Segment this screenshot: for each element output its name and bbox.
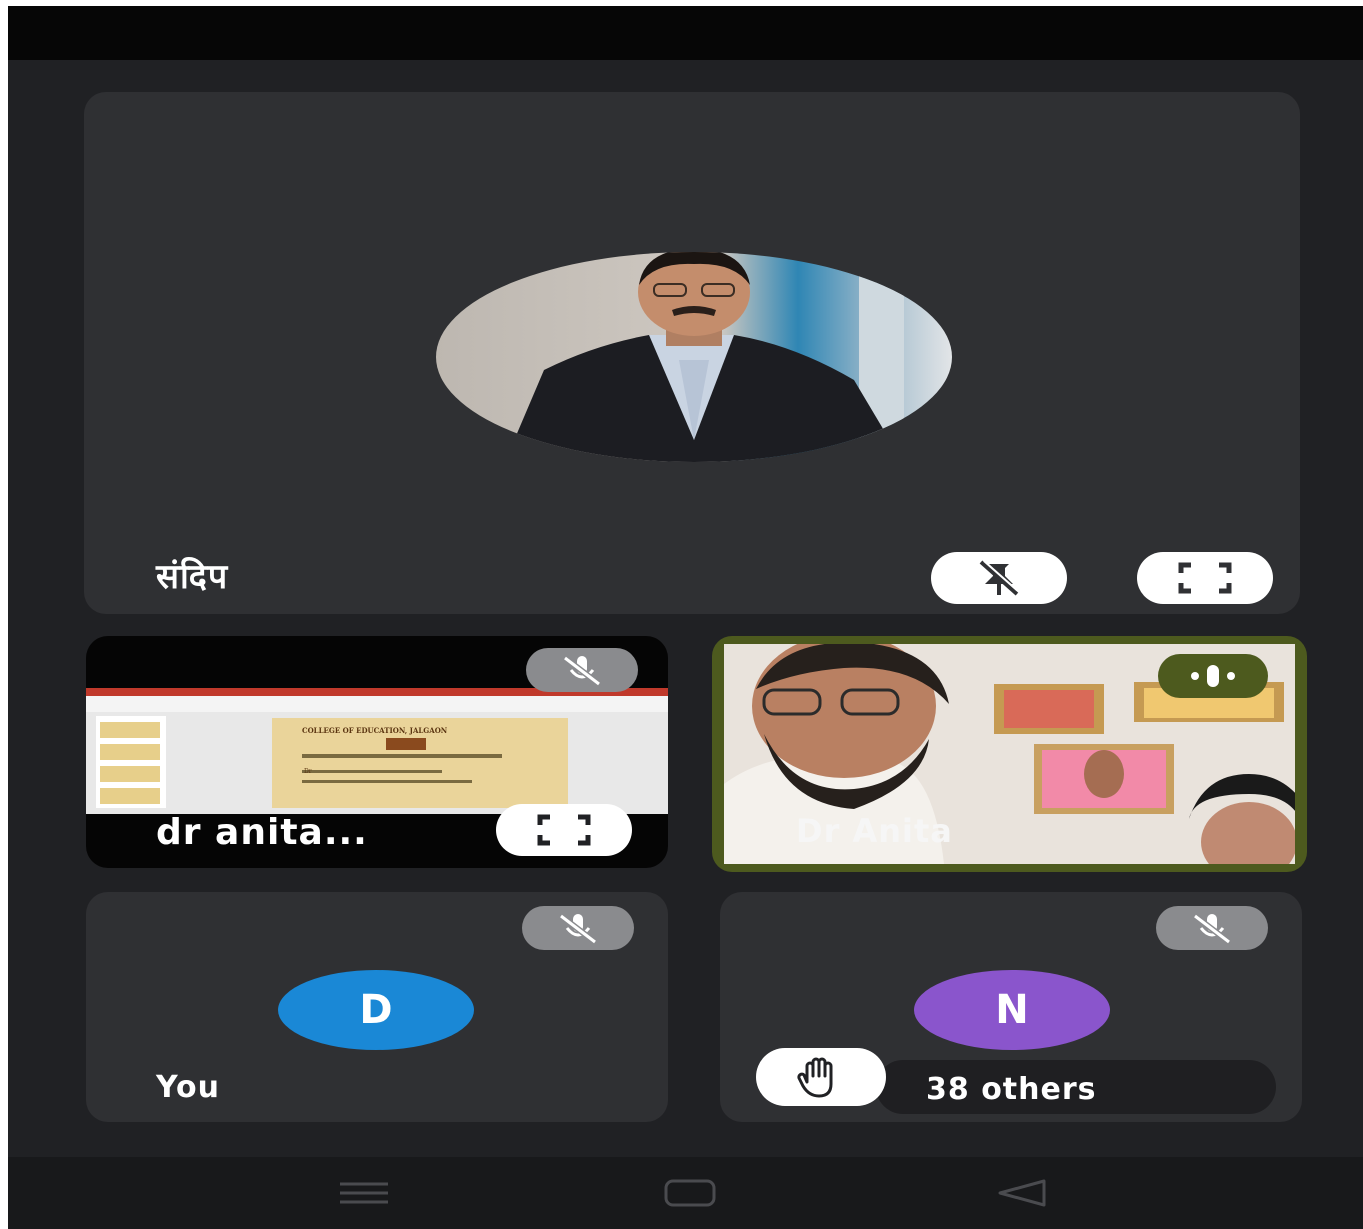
- meeting-screen: संदिप COLLEGE OF EDUCATION, JALGAON Dr d…: [8, 6, 1363, 1229]
- participant-tile-active-speaker[interactable]: Dr Anita: [712, 636, 1307, 872]
- avatar: D: [278, 970, 474, 1050]
- participant-tile-presentation[interactable]: COLLEGE OF EDUCATION, JALGAON Dr dr anit…: [86, 636, 668, 868]
- participant-tile-self[interactable]: D You: [86, 892, 668, 1122]
- participant-name: dr anita...: [156, 812, 368, 853]
- participant-tile-others[interactable]: N 38 others: [720, 892, 1302, 1122]
- mic-off-icon: [559, 913, 597, 945]
- fullscreen-icon: [1178, 562, 1232, 594]
- mic-off-icon: [563, 655, 601, 687]
- mute-indicator: [522, 906, 634, 950]
- slide-line: Dr: [304, 768, 312, 775]
- others-count-label: 38 others: [926, 1072, 1097, 1107]
- pin-off-icon: [979, 560, 1020, 596]
- mute-indicator: [1156, 906, 1268, 950]
- participant-name: Dr Anita: [796, 812, 953, 850]
- fullscreen-button[interactable]: [1137, 552, 1273, 604]
- raised-hand-icon: [797, 1057, 833, 1098]
- participant-tile-main[interactable]: संदिप: [84, 92, 1300, 614]
- fullscreen-button[interactable]: [496, 804, 632, 856]
- participant-name: संदिप: [156, 557, 229, 597]
- raised-hand-button[interactable]: [756, 1048, 886, 1106]
- slide-heading: COLLEGE OF EDUCATION, JALGAON: [302, 726, 448, 735]
- participant-name: You: [156, 1070, 220, 1105]
- fullscreen-icon: [537, 814, 591, 846]
- home-icon[interactable]: [660, 1175, 720, 1211]
- pin-button[interactable]: [931, 552, 1067, 604]
- back-icon[interactable]: [992, 1175, 1052, 1211]
- navigation-bar: [8, 1157, 1363, 1229]
- recents-icon[interactable]: [334, 1175, 394, 1211]
- mic-off-icon: [1193, 913, 1231, 945]
- status-bar: [8, 6, 1363, 60]
- mute-indicator: [526, 648, 638, 692]
- participant-photo: [436, 252, 952, 462]
- audio-level-icon: [1191, 665, 1235, 687]
- avatar: N: [914, 970, 1110, 1050]
- shared-screen-preview: [86, 688, 668, 814]
- speaking-indicator: [1158, 654, 1268, 698]
